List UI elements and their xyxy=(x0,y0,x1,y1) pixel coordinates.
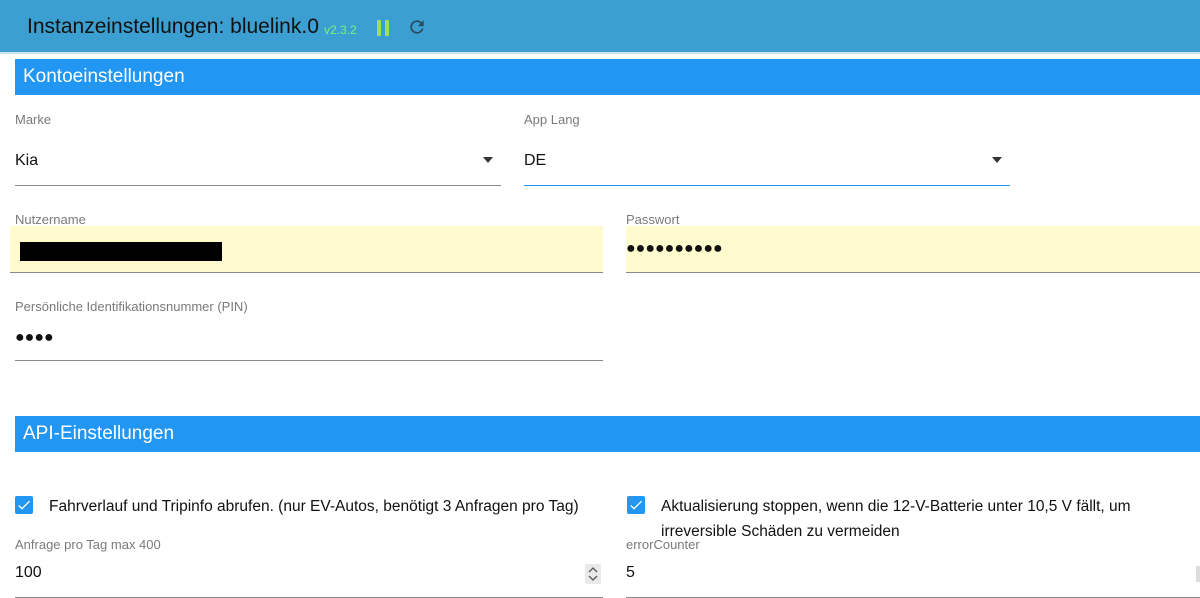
password-label: Passwort xyxy=(626,212,680,227)
refresh-icon[interactable] xyxy=(407,17,427,37)
instance-header: Instanzeinstellungen: bluelink.0 v2.3.2 xyxy=(0,0,1200,54)
check-icon xyxy=(18,500,30,510)
battery-stop-label-line1: Aktualisierung stoppen, wenn die 12-V-Ba… xyxy=(661,498,1131,515)
redacted-username xyxy=(20,242,222,261)
tripinfo-label: Fahrverlauf und Tripinfo abrufen. (nur E… xyxy=(49,498,579,515)
pause-icon[interactable] xyxy=(377,20,391,36)
section-api-title: API-Einstellungen xyxy=(23,423,175,444)
password-field[interactable]: ●●●●●●●●●● xyxy=(626,226,1200,273)
number-stepper-icon[interactable] xyxy=(585,564,601,584)
caret-down-icon xyxy=(992,157,1002,163)
version-badge: v2.3.2 xyxy=(324,23,357,37)
stepper-edge xyxy=(1196,566,1200,582)
tripinfo-checkbox[interactable] xyxy=(15,496,33,514)
error-counter-value: 5 xyxy=(626,564,635,581)
app-lang-value: DE xyxy=(524,152,547,169)
section-account-title: Kontoeinstellungen xyxy=(23,66,185,87)
check-icon xyxy=(630,500,642,510)
pin-field[interactable]: ●●●● xyxy=(15,315,603,361)
battery-stop-checkbox[interactable] xyxy=(627,496,645,514)
username-label: Nutzername xyxy=(15,212,86,227)
requests-value: 100 xyxy=(15,564,42,581)
requests-label: Anfrage pro Tag max 400 xyxy=(15,537,161,552)
page-title: Instanzeinstellungen: bluelink.0 xyxy=(27,15,319,38)
pin-label: Persönliche Identifikationsnummer (PIN) xyxy=(15,299,248,314)
section-account-header: Kontoeinstellungen xyxy=(15,59,1200,95)
brand-label: Marke xyxy=(15,112,52,127)
error-counter-field[interactable]: 5 xyxy=(626,552,1200,598)
username-field[interactable] xyxy=(10,226,603,273)
app-lang-label: App Lang xyxy=(524,112,580,127)
password-value: ●●●●●●●●●● xyxy=(626,240,723,257)
brand-select[interactable]: Kia xyxy=(15,140,501,186)
app-lang-select[interactable]: DE xyxy=(524,140,1010,186)
requests-number-field[interactable]: 100 xyxy=(15,552,603,598)
brand-value: Kia xyxy=(15,152,39,169)
error-counter-label: errorCounter xyxy=(626,537,700,552)
caret-down-icon xyxy=(483,157,493,163)
pin-value: ●●●● xyxy=(15,329,54,346)
section-api-header: API-Einstellungen xyxy=(15,416,1200,452)
